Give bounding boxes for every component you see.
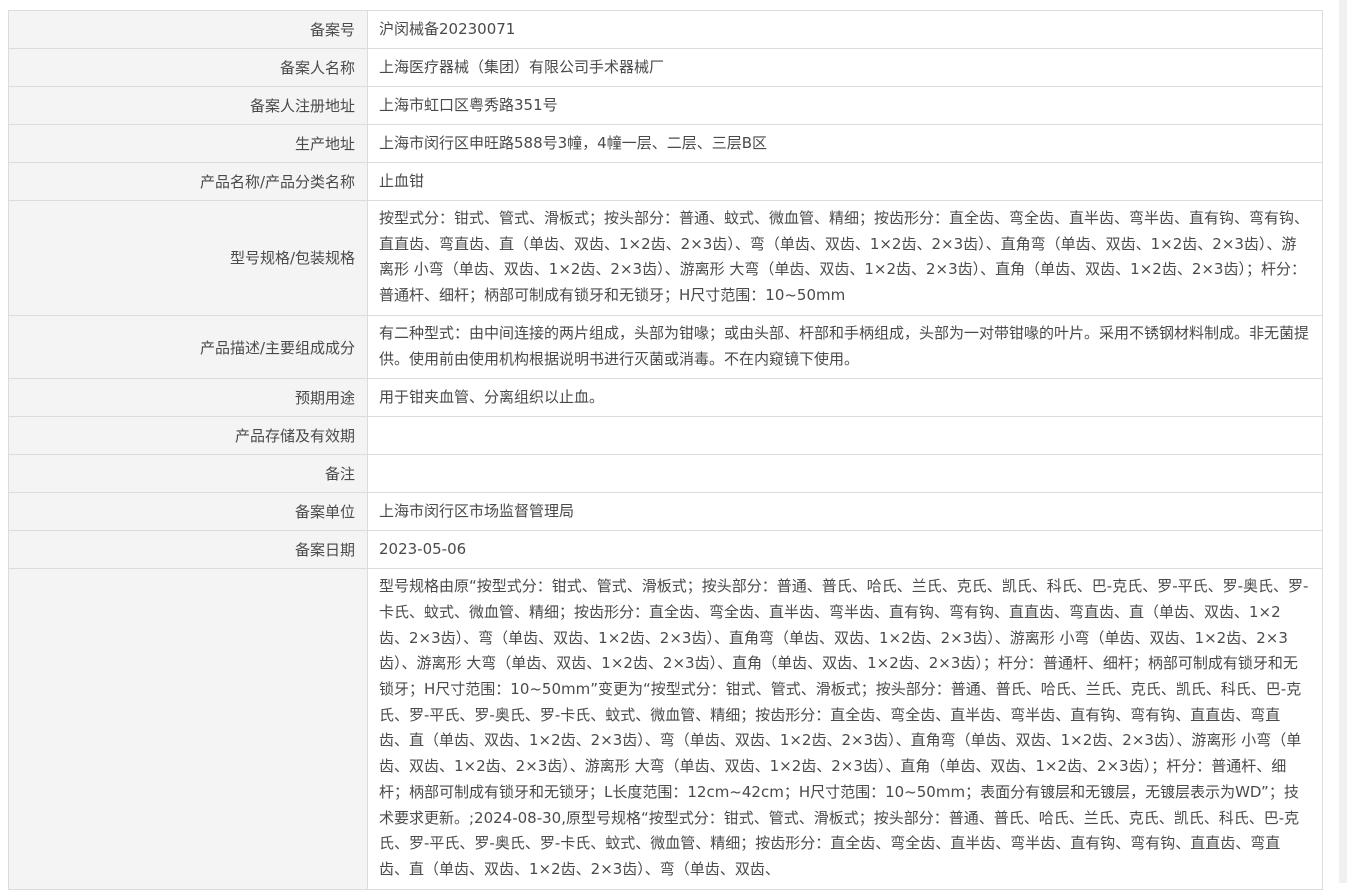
row-registrant-address: 备案人注册地址 上海市虹口区粤秀路351号 [8,86,1323,125]
row-record-number: 备案号 沪闵械备20230071 [8,10,1323,49]
field-label: 备案人名称 [8,48,368,87]
row-change-history: 型号规格由原“按型式分：钳式、管式、滑板式；按头部分：普通、普氏、哈氏、兰氏、克… [8,568,1323,890]
field-label: 备案日期 [8,530,368,570]
field-value: 按型式分：钳式、管式、滑板式；按头部分：普通、蚊式、微血管、精细；按齿形分：直全… [367,200,1323,316]
field-value: 有二种型式：由中间连接的两片组成，头部为钳喙；或由头部、杆部和手柄组成，头部为一… [367,314,1323,380]
field-value: 型号规格由原“按型式分：钳式、管式、滑板式；按头部分：普通、普氏、哈氏、兰氏、克… [367,568,1323,890]
field-label: 备注 [8,454,368,494]
row-model-spec: 型号规格/包装规格 按型式分：钳式、管式、滑板式；按头部分：普通、蚊式、微血管、… [8,200,1323,316]
field-value: 上海市闵行区申旺路588号3幢，4幢一层、二层、三层B区 [367,124,1323,163]
row-remarks: 备注 [8,454,1323,494]
field-value: 沪闵械备20230071 [367,10,1323,49]
record-detail-panel: 备案号 沪闵械备20230071 备案人名称 上海医疗器械（集团）有限公司手术器… [8,10,1323,890]
field-label [8,568,368,890]
field-label: 产品存储及有效期 [8,416,368,456]
field-label: 备案单位 [8,492,368,532]
field-label: 预期用途 [8,378,368,418]
row-production-address: 生产地址 上海市闵行区申旺路588号3幢，4幢一层、二层、三层B区 [8,124,1323,163]
record-detail-table: 备案号 沪闵械备20230071 备案人名称 上海医疗器械（集团）有限公司手术器… [8,10,1323,890]
row-product-description: 产品描述/主要组成成分 有二种型式：由中间连接的两片组成，头部为钳喙；或由头部、… [8,314,1323,380]
field-label: 备案人注册地址 [8,86,368,125]
field-value: 止血钳 [367,162,1323,201]
field-value: 上海市虹口区粤秀路351号 [367,86,1323,125]
field-value [367,416,1323,456]
row-intended-use: 预期用途 用于钳夹血管、分离组织以止血。 [8,378,1323,418]
field-value: 上海医疗器械（集团）有限公司手术器械厂 [367,48,1323,87]
field-value [367,454,1323,494]
field-label: 备案号 [8,10,368,49]
row-filing-unit: 备案单位 上海市闵行区市场监督管理局 [8,492,1323,532]
row-filing-date: 备案日期 2023-05-06 [8,530,1323,570]
row-registrant-name: 备案人名称 上海医疗器械（集团）有限公司手术器械厂 [8,48,1323,87]
field-value: 2023-05-06 [367,530,1323,570]
row-product-name: 产品名称/产品分类名称 止血钳 [8,162,1323,201]
field-label: 生产地址 [8,124,368,163]
scrollbar[interactable] [1339,0,1347,883]
field-value: 上海市闵行区市场监督管理局 [367,492,1323,532]
row-storage-validity: 产品存储及有效期 [8,416,1323,456]
field-value: 用于钳夹血管、分离组织以止血。 [367,378,1323,418]
field-label: 产品描述/主要组成成分 [8,314,368,380]
field-label: 产品名称/产品分类名称 [8,162,368,201]
field-label: 型号规格/包装规格 [8,200,368,316]
